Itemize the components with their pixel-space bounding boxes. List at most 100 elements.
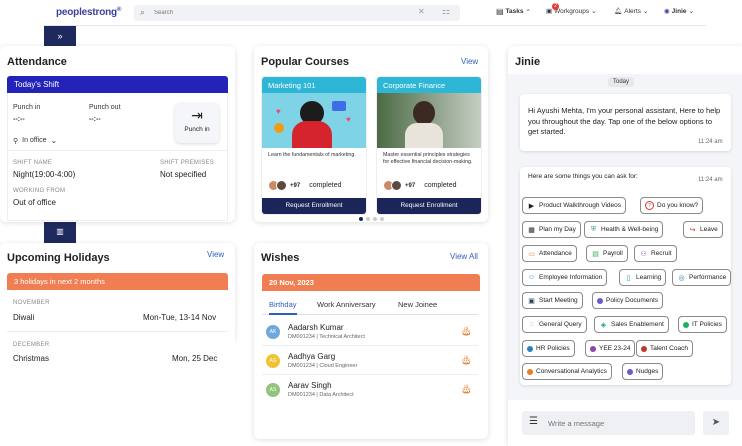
question-icon: ? [645, 201, 654, 210]
holidays-view-link[interactable]: View [207, 250, 224, 259]
course-card-marketing[interactable]: Marketing 101 ♥ ♥ Learn the fundamentals… [261, 76, 367, 215]
expand-rail-button[interactable]: » [44, 26, 76, 46]
jinie-menu[interactable]: ◉ Jinie ⌄ [664, 7, 694, 16]
chip-nudges[interactable]: Nudges [622, 363, 664, 380]
course-image: ♥ ♥ [262, 93, 366, 148]
search-input[interactable] [154, 7, 404, 19]
working-from-label: WORKING FROM [13, 188, 66, 194]
jinie-icon: ◉ [664, 8, 670, 15]
request-enrollment-button[interactable]: Request Enrollment [377, 198, 481, 214]
dot-icon [627, 368, 633, 375]
todays-shift-bar: Today's Shift [7, 76, 228, 93]
dot-icon [527, 345, 533, 352]
chip-learning[interactable]: ▯ Learning [619, 269, 667, 286]
menu-icon[interactable]: ☰ [529, 416, 538, 427]
punch-in-button[interactable]: ⇥ Punch in [175, 103, 219, 143]
location-dropdown[interactable]: ⚲ In office ⌄ [13, 136, 57, 145]
chip-it-policies[interactable]: IT Policies [678, 316, 727, 333]
cake-icon[interactable]: 🎂︎ [461, 326, 472, 337]
search-box[interactable]: ⌕ ✕ ⚏ [134, 5, 460, 21]
holiday-date: Mon, 25 Dec [172, 354, 218, 363]
performance-icon: ◎ [678, 274, 685, 282]
avatar [391, 180, 402, 191]
courses-title: Popular Courses [261, 56, 350, 68]
chip-recruit[interactable]: ⚇ Recruit [634, 245, 677, 262]
chip-attendance[interactable]: ▭ Attendance [522, 245, 577, 262]
request-enrollment-button[interactable]: Request Enrollment [262, 198, 366, 214]
chip-policy-documents[interactable]: Policy Documents [592, 292, 664, 309]
calendar-icon: ▦ [528, 226, 535, 234]
chip-employee-information[interactable]: ☺ Employee Information [522, 269, 608, 286]
chip-sales-enablement[interactable]: ◈ Sales Enablement [594, 316, 669, 333]
workgroups-label: Workgroups [554, 7, 590, 15]
holidays-bar: 3 holidays in next 2 months [7, 273, 228, 290]
rail-menu-button[interactable]: ▥ [44, 221, 76, 243]
shift-premises-label: SHIFT PREMISES [160, 160, 215, 166]
chip-do-you-know[interactable]: ? Do you know? [640, 197, 704, 214]
courses-card: Popular Courses View Marketing 101 ♥ ♥ L… [254, 46, 488, 222]
completion-count: +97 [290, 182, 301, 189]
course-description: Learn the fundamentals of marketing. [268, 152, 356, 158]
sales-icon: ◈ [600, 321, 607, 329]
course-card-finance[interactable]: Corporate Finance Master essential princ… [376, 76, 482, 215]
holidays-title: Upcoming Holidays [7, 252, 110, 264]
avatar: AS [266, 383, 280, 397]
punch-in-label: Punch in [13, 104, 41, 111]
chip-health-wellbeing[interactable]: ⛨ Health & Well-being [584, 221, 664, 238]
punch-out-value: --:-- [89, 116, 101, 123]
workgroups-menu[interactable]: ▣ 2 Workgroups ⌄ [546, 3, 597, 15]
exit-icon: ↪ [689, 226, 696, 234]
chip-hr-policies[interactable]: HR Policies [522, 340, 575, 357]
tab-birthday[interactable]: Birthday [269, 300, 297, 315]
chip-start-meeting[interactable]: ▣ Start Meeting [522, 292, 583, 309]
shift-premises-value: Not specified [160, 170, 207, 179]
carousel-dots[interactable] [359, 217, 384, 221]
chevron-down-icon: ⌄ [591, 8, 597, 15]
wishes-view-all-link[interactable]: View All [450, 252, 478, 261]
clear-icon[interactable]: ✕ [418, 7, 425, 16]
wish-row[interactable]: AS Aarav Singh DM001234 | Data Architect… [262, 377, 478, 404]
chip-yee[interactable]: YEE 23-24 [585, 340, 636, 357]
employee-icon: ☺ [527, 274, 536, 281]
divider [7, 331, 228, 332]
cake-icon[interactable]: 🎂︎ [461, 355, 472, 366]
month-label: NOVEMBER [13, 300, 50, 306]
chip-talent-coach[interactable]: Talent Coach [636, 340, 693, 357]
send-icon[interactable]: ➤ [703, 411, 729, 435]
tab-work-anniversary[interactable]: Work Anniversary [317, 300, 376, 309]
options-prompt: Here are some things you can ask for: [528, 173, 638, 180]
logo[interactable]: peoplestrong® [56, 7, 121, 18]
chip-general-query[interactable]: ◌ General Query [522, 316, 587, 333]
punch-in-button-label: Punch in [184, 126, 210, 133]
wish-row[interactable]: AK Aadarsh Kumar DM001234 | Technical Ar… [262, 319, 478, 346]
attendance-icon: ▭ [528, 250, 535, 258]
courses-view-link[interactable]: View [461, 57, 478, 66]
attendance-card: Attendance Today's Shift Punch in --:-- … [0, 46, 235, 222]
chip-performance[interactable]: ◎ Performance [672, 269, 732, 286]
double-chevron-icon: » [57, 31, 63, 41]
tab-new-joinee[interactable]: New Joinee [398, 300, 437, 309]
bell-icon: 🔔︎ [614, 8, 623, 15]
alerts-menu[interactable]: 🔔︎ Alerts ⌄ [614, 7, 648, 16]
chip-plan-my-day[interactable]: ▦ Plan my Day [522, 221, 581, 238]
chip-payroll[interactable]: ▤ Payroll [586, 245, 628, 262]
chevron-down-icon: ⌄ [50, 136, 58, 145]
working-from-value: Out of office [13, 198, 56, 207]
shield-icon: ⛨ [590, 225, 597, 233]
message-input[interactable] [548, 416, 688, 430]
wishes-tabs: Birthday Work Anniversary New Joinee [262, 298, 478, 315]
filter-icon[interactable]: ⚏ [442, 6, 450, 17]
wish-row[interactable]: AG Aadhya Garg DM001234 | Cloud Engineer… [262, 348, 478, 375]
chip-conversational-analytics[interactable]: Conversational Analytics [522, 363, 612, 380]
dot-icon [590, 345, 596, 352]
holiday-name: Diwali [13, 313, 35, 322]
chip-product-walkthrough[interactable]: ▶ Product Walkthrough Videos [522, 197, 627, 214]
tasks-menu[interactable]: ▤ Tasks ⌃ [496, 7, 531, 16]
chip-leave[interactable]: ↪ Leave [683, 221, 723, 238]
search-icon: ⌕ [140, 7, 146, 17]
top-bar: peoplestrong® ⌕ ✕ ⚏ ▤ Tasks ⌃ ▣2 Workgro… [44, 0, 706, 26]
message-input-box[interactable]: ☰ [522, 411, 695, 435]
shift-name-label: SHIFT NAME [13, 160, 53, 166]
cake-icon[interactable]: 🎂︎ [461, 384, 472, 395]
punch-out-label: Punch out [89, 104, 121, 111]
